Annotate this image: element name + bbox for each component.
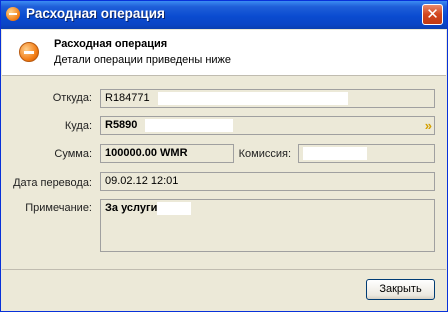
commission-label: Комиссия: xyxy=(238,148,291,160)
redaction xyxy=(303,146,367,160)
commission-field[interactable] xyxy=(298,144,435,163)
window-title: Расходная операция xyxy=(26,6,165,21)
app-icon xyxy=(6,7,20,21)
date-field[interactable]: 09.02.12 12:01 xyxy=(100,172,435,191)
redaction xyxy=(157,201,192,215)
redaction xyxy=(145,118,234,132)
date-label: Дата перевода: xyxy=(13,177,92,189)
redaction xyxy=(157,91,348,105)
note-value: За услуги xyxy=(105,202,158,214)
header-title: Расходная операция xyxy=(54,38,168,50)
from-field[interactable]: R184771 xyxy=(100,89,435,108)
note-field[interactable]: За услуги xyxy=(100,199,435,252)
sum-field[interactable]: 100000.00 WMR xyxy=(100,144,234,163)
from-label: Откуда: xyxy=(52,92,92,104)
close-button[interactable]: Закрыть xyxy=(366,279,435,300)
transaction-dialog: Расходная операция ✕ Расходная операция … xyxy=(0,0,448,312)
sum-label: Сумма: xyxy=(54,148,92,160)
minus-circle-icon xyxy=(19,42,39,62)
close-window-button[interactable]: ✕ xyxy=(422,4,443,25)
from-value: R184771 xyxy=(105,92,150,104)
footer-divider xyxy=(2,269,446,270)
title-bar[interactable]: Расходная операция ✕ xyxy=(1,1,447,29)
note-label: Примечание: xyxy=(25,202,92,214)
to-label: Куда: xyxy=(64,120,92,132)
to-field[interactable]: R5890 » xyxy=(100,116,435,135)
header-subtitle: Детали операции приведены ниже xyxy=(54,54,232,66)
chevron-right-icon[interactable]: » xyxy=(425,117,432,134)
to-value: R5890 xyxy=(105,119,138,131)
dialog-header: Расходная операция Детали операции приве… xyxy=(2,30,446,76)
